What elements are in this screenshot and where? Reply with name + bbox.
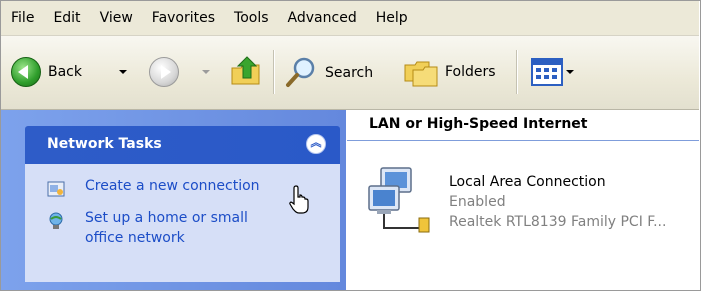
connection-device: Realtek RTL8139 Family PCI F... (449, 214, 667, 230)
task-panel-header[interactable]: Network Tasks ︽ (25, 126, 340, 164)
folders-button[interactable]: Folders (403, 57, 496, 87)
chevron-down-icon (202, 70, 210, 74)
search-icon (286, 57, 315, 87)
folders-icon (404, 61, 438, 87)
menu-bar: File Edit View Favorites Tools Advanced … (1, 1, 699, 36)
back-button[interactable]: Back (11, 57, 82, 87)
create-new-connection-link[interactable]: Create a new connection (85, 178, 260, 194)
up-folder-button[interactable] (229, 54, 263, 88)
menu-tools[interactable]: Tools (224, 10, 278, 26)
connection-name[interactable]: Local Area Connection (449, 174, 606, 190)
back-dropdown-button[interactable] (119, 70, 127, 74)
task-pane: Network Tasks ︽ Create a new connection … (1, 110, 346, 290)
network-tasks-panel: Network Tasks ︽ Create a new connection … (25, 126, 340, 282)
menu-edit[interactable]: Edit (43, 10, 89, 26)
forward-button[interactable] (149, 57, 179, 87)
collapse-icon[interactable]: ︽ (306, 134, 326, 154)
menu-file[interactable]: File (1, 10, 43, 26)
menu-advanced[interactable]: Advanced (278, 10, 366, 26)
hand-cursor-icon (289, 185, 309, 214)
menu-help[interactable]: Help (366, 10, 417, 26)
menu-favorites[interactable]: Favorites (142, 10, 224, 26)
up-folder-icon (231, 56, 260, 85)
new-connection-icon (47, 181, 65, 197)
folders-label: Folders (445, 64, 496, 80)
group-divider (347, 140, 699, 141)
toolbar-separator (516, 50, 518, 94)
forward-dropdown-button[interactable] (202, 70, 210, 74)
back-label: Back (48, 64, 82, 80)
chevron-down-icon (566, 70, 574, 74)
toolbar-separator (273, 50, 275, 94)
back-arrow-icon (11, 57, 41, 87)
views-button[interactable] (531, 58, 574, 86)
home-network-icon (49, 212, 63, 229)
forward-arrow-icon (149, 57, 179, 87)
toolbar: Back Search Folders (1, 36, 699, 110)
search-label: Search (325, 65, 374, 81)
views-icon (531, 58, 563, 86)
task-panel-body: Create a new connection Set up a home or… (25, 164, 340, 282)
search-button[interactable]: Search (285, 56, 373, 90)
home-network-link-line2[interactable]: office network (85, 230, 185, 246)
network-connection-icon[interactable] (367, 166, 437, 236)
task-panel-title: Network Tasks (47, 136, 162, 152)
group-header: LAN or High-Speed Internet (369, 116, 588, 132)
connection-status: Enabled (449, 194, 506, 210)
chevron-down-icon (119, 70, 127, 74)
content-pane: LAN or High-Speed Internet Local Area Co… (347, 110, 699, 290)
home-network-link-line1[interactable]: Set up a home or small (85, 210, 248, 226)
menu-view[interactable]: View (90, 10, 142, 26)
